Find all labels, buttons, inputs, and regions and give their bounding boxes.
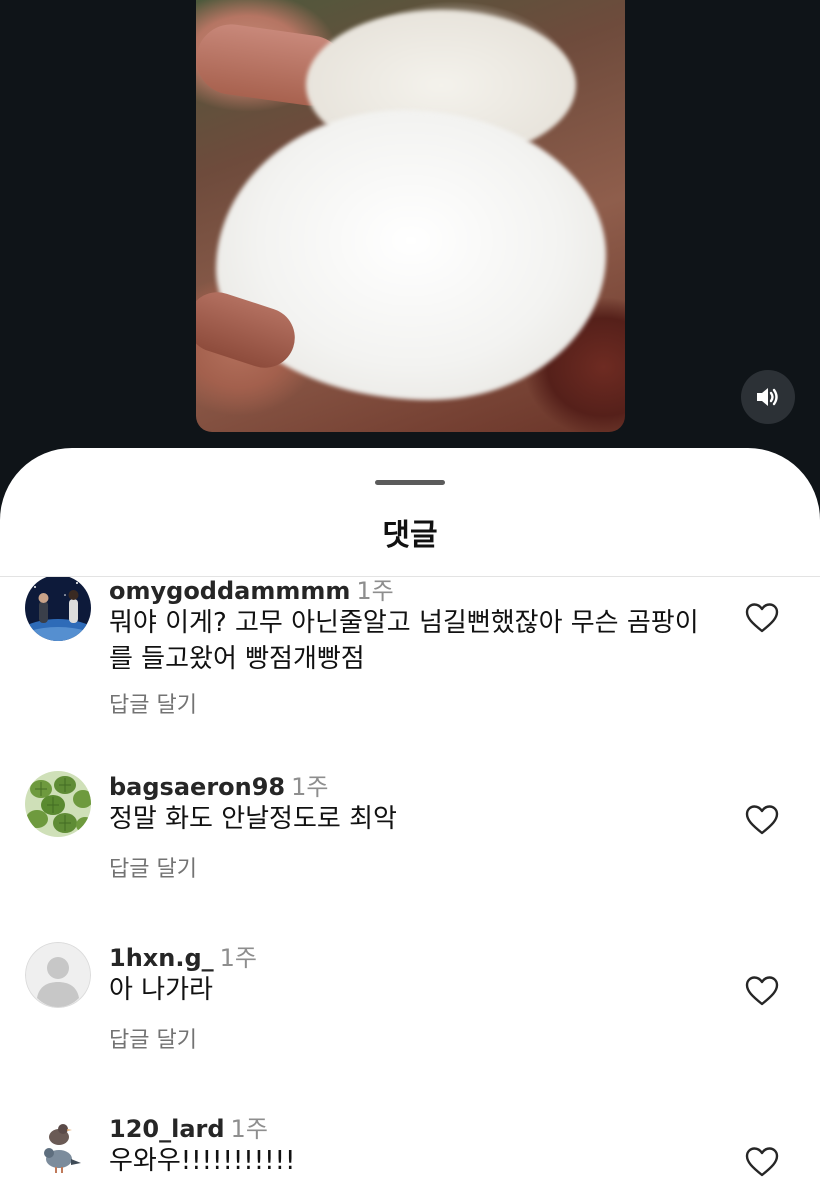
comment-time: 1주	[356, 577, 394, 605]
heart-outline-icon[interactable]	[745, 975, 779, 1007]
pigeon-photo-avatar	[25, 1113, 91, 1179]
video-frame[interactable]	[196, 0, 625, 432]
comment-text: 뭐야 이게? 고무 아닌줄알고 넘길뻔했잖아 무슨 곰팡이를 들고왔어 빵점개빵…	[109, 608, 699, 674]
avatar[interactable]	[25, 1113, 91, 1179]
heart-outline-icon[interactable]	[745, 1146, 779, 1178]
video-player[interactable]	[0, 0, 820, 470]
comments-sheet: 댓글 omygoddammmm 1주 뭐야 이게? 고무 아닌줄알고 넘길뻔했잖…	[0, 448, 820, 1200]
reply-button[interactable]: 답글 달기	[109, 1022, 197, 1054]
comment-list[interactable]: omygoddammmm 1주 뭐야 이게? 고무 아닌줄알고 넘길뻔했잖아 무슨…	[0, 577, 820, 1200]
comment-header: 120_lard 1주	[109, 1109, 268, 1144]
avatar[interactable]	[25, 942, 91, 1008]
turtle-photo-avatar	[25, 771, 91, 837]
comment-username[interactable]: 120_lard	[109, 1115, 225, 1143]
comment-username[interactable]: bagsaeron98	[109, 773, 285, 801]
heart-outline-icon[interactable]	[745, 804, 779, 836]
comment-time: 1주	[291, 773, 329, 801]
heart-outline-icon[interactable]	[745, 602, 779, 634]
sheet-drag-handle[interactable]	[375, 480, 445, 485]
default-user-avatar	[25, 942, 91, 1008]
comment-text: 정말 화도 안날정도로 최악	[109, 804, 397, 834]
sheet-title: 댓글	[382, 518, 438, 553]
speaker-on-icon	[757, 388, 778, 406]
avatar[interactable]	[25, 577, 91, 641]
space-photo-avatar	[25, 577, 91, 641]
comment-header: 1hxn.g_ 1주	[109, 938, 257, 973]
comment-time: 1주	[219, 944, 258, 972]
comment-header: omygoddammmm 1주	[109, 577, 394, 606]
comment-username[interactable]: omygoddammmm	[109, 577, 350, 605]
reply-button[interactable]: 답글 달기	[109, 687, 197, 719]
comment-text: 아 나가라	[109, 975, 213, 1005]
comment-username[interactable]: 1hxn.g_	[109, 944, 214, 972]
comment-header: bagsaeron98 1주	[109, 767, 328, 802]
mute-toggle-button[interactable]	[741, 370, 795, 424]
avatar[interactable]	[25, 771, 91, 837]
reply-button[interactable]: 답글 달기	[109, 851, 197, 883]
comment-time: 1주	[230, 1115, 268, 1143]
comment-text: 우와우!!!!!!!!!!!	[109, 1146, 296, 1176]
